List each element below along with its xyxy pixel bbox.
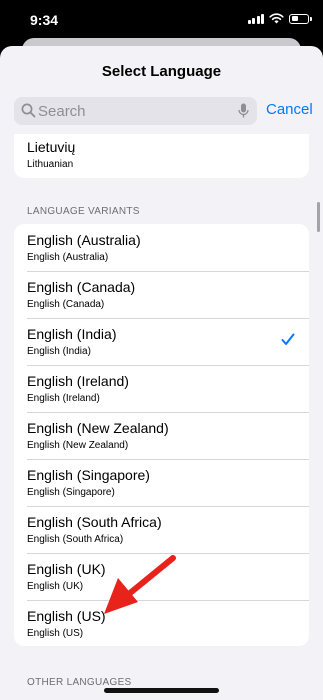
scroll-indicator[interactable]	[317, 202, 320, 232]
language-english-name: English (South Africa)	[27, 534, 124, 545]
search-bar[interactable]	[14, 97, 257, 125]
language-native-name: English (New Zealand)	[27, 420, 169, 436]
language-row-lithuanian[interactable]: Lietuvių Lithuanian	[14, 134, 309, 178]
language-row-english-singapore[interactable]: English (Singapore) English (Singapore)	[14, 459, 309, 506]
language-native-name: English (Canada)	[27, 279, 136, 295]
language-english-name: Lithuanian	[27, 159, 74, 170]
status-time: 9:34	[30, 12, 59, 28]
microphone-icon[interactable]	[238, 103, 249, 119]
language-native-name: English (US)	[27, 608, 106, 624]
language-list-previous: Lietuvių Lithuanian	[14, 134, 309, 178]
language-row-english-india[interactable]: English (India) English (India)	[14, 318, 309, 365]
search-input[interactable]	[38, 97, 228, 125]
sheet-title: Select Language	[101, 63, 222, 80]
language-native-name: English (Australia)	[27, 232, 141, 248]
language-native-name: Lietuvių	[27, 139, 76, 155]
language-native-name: English (Singapore)	[27, 467, 150, 483]
language-english-name: English (Australia)	[27, 252, 109, 263]
language-variants-list: English (Australia) English (Australia) …	[14, 224, 309, 646]
language-row-english-uk[interactable]: English (UK) English (UK)	[14, 553, 309, 600]
battery-icon	[289, 13, 312, 24]
section-header-other-languages: OTHER LANGUAGES	[27, 677, 132, 688]
cancel-button[interactable]: Cancel	[266, 101, 313, 118]
language-english-name: English (India)	[27, 346, 91, 357]
language-native-name: English (Ireland)	[27, 373, 129, 389]
search-icon	[21, 103, 36, 118]
checkmark-icon	[281, 333, 295, 345]
status-icons	[247, 13, 312, 24]
language-english-name: English (UK)	[27, 581, 84, 592]
language-row-english-new-zealand[interactable]: English (New Zealand) English (New Zeala…	[14, 412, 309, 459]
cellular-signal-icon	[247, 13, 264, 24]
language-english-name: English (Singapore)	[27, 487, 115, 498]
language-english-name: English (New Zealand)	[27, 440, 129, 451]
language-native-name: English (India)	[27, 326, 117, 342]
language-row-english-south-africa[interactable]: English (South Africa) English (South Af…	[14, 506, 309, 553]
language-english-name: English (Canada)	[27, 299, 105, 310]
status-bar: 9:34	[0, 0, 323, 40]
language-row-english-us[interactable]: English (US) English (US)	[14, 600, 309, 646]
language-row-english-canada[interactable]: English (Canada) English (Canada)	[14, 271, 309, 318]
language-row-english-australia[interactable]: English (Australia) English (Australia)	[14, 224, 309, 271]
language-sheet: Select Language Cancel Lietuvių Lithuani…	[0, 46, 323, 700]
language-native-name: English (South Africa)	[27, 514, 162, 530]
language-native-name: English (UK)	[27, 561, 106, 577]
wifi-icon	[269, 13, 284, 24]
language-english-name: English (US)	[27, 628, 84, 639]
home-indicator[interactable]	[104, 688, 219, 693]
language-row-english-ireland[interactable]: English (Ireland) English (Ireland)	[14, 365, 309, 412]
section-header-variants: LANGUAGE VARIANTS	[27, 206, 140, 217]
language-english-name: English (Ireland)	[27, 393, 100, 404]
